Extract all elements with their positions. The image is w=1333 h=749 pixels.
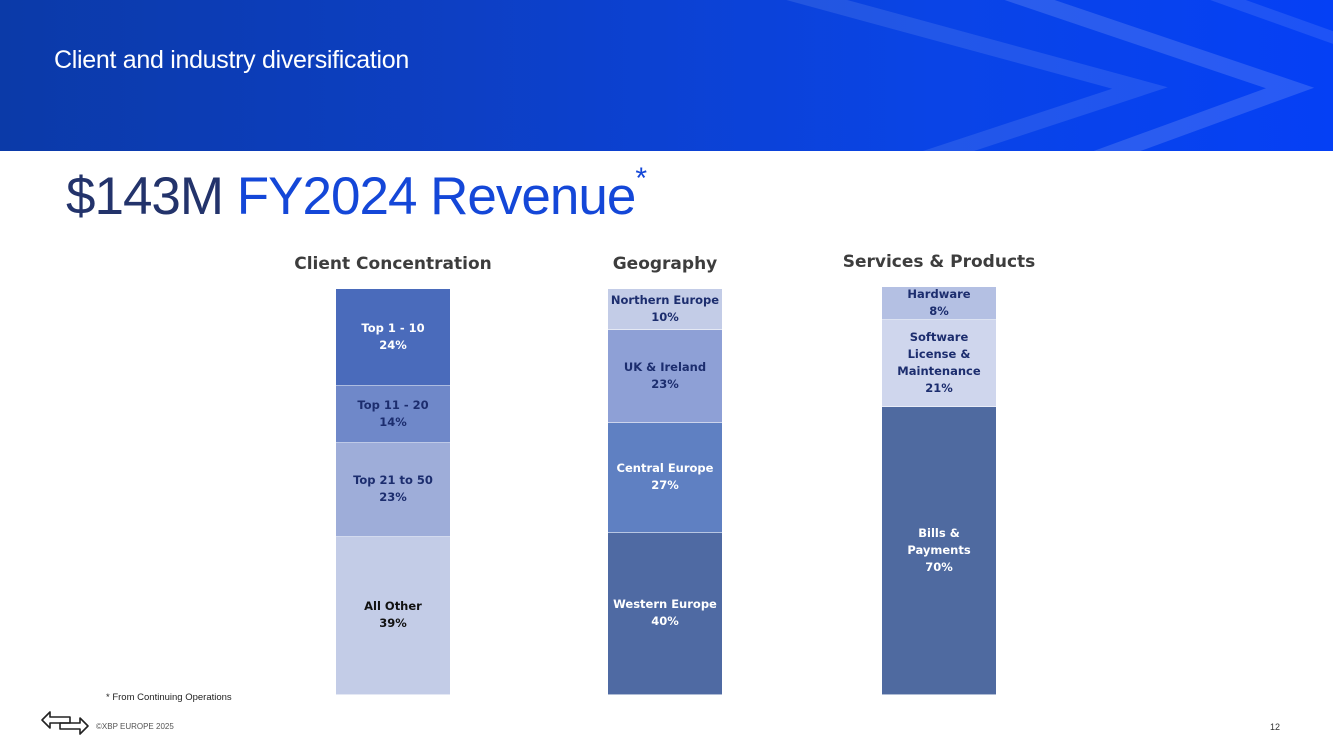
revenue-label: FY2024 Revenue — [236, 167, 637, 226]
segment-value-label: 23% — [379, 490, 407, 505]
bar-segment: Top 11 - 20 14% — [336, 386, 450, 444]
chart-title-geography: Geography — [612, 254, 718, 274]
segment-value-label: 27% — [651, 478, 679, 493]
footnote-marker: * — [635, 162, 647, 195]
bar-segment: Central Europe 27% — [608, 422, 722, 533]
page-title: Client and industry diversification — [54, 46, 409, 74]
segment-value-label: 14% — [379, 415, 407, 430]
segment-label: Western Europe — [613, 597, 717, 612]
segment-value-label: 70% — [925, 559, 953, 574]
segment-label: Top 1 - 10 — [361, 321, 425, 336]
revenue-amount: $143M — [66, 167, 224, 226]
bar-segment: Top 1 - 10 24% — [336, 289, 450, 387]
revenue-headline: $143M FY2024 Revenue* — [66, 162, 647, 227]
xbp-logo-icon — [41, 711, 89, 735]
bar-segment: Software License & Maintenance 21% — [882, 319, 996, 407]
header-banner: Client and industry diversification — [0, 0, 1333, 151]
segment-value-label: 21% — [925, 380, 953, 395]
bar-segment: Hardware 8% — [882, 287, 996, 320]
segment-label: Top 11 - 20 — [357, 398, 429, 413]
bar-segment: Bills & Payments 70% — [882, 406, 996, 695]
segment-label: Bills & Payments — [907, 525, 971, 557]
segment-label: Software License & Maintenance — [897, 329, 981, 378]
bar-segment: Top 21 to 50 23% — [336, 443, 450, 537]
copyright: ©XBP EUROPE 2025 — [96, 722, 174, 731]
segment-value-label: 40% — [651, 614, 679, 629]
bar-segment: UK & Ireland 23% — [608, 329, 722, 423]
segment-value-label: 8% — [929, 303, 949, 318]
stacked-bar-services-products: Hardware 8% Software License & Maintenance… — [882, 287, 996, 695]
segment-value-label: 39% — [379, 616, 407, 631]
segment-label: UK & Ireland — [623, 359, 707, 374]
segment-label: Central Europe — [616, 461, 714, 476]
stacked-bar-client-concentration: Top 1 - 10 24% Top 11 - 20 14% Top 21 to 50 2… — [336, 289, 450, 695]
segment-value-label: 23% — [651, 376, 679, 391]
bar-segment: All Other 39% — [336, 536, 450, 695]
segment-label: Top 21 to 50 — [353, 473, 433, 488]
chart-title-client-concentration: Client Concentration — [294, 254, 492, 274]
segment-label: Hardware — [907, 286, 971, 301]
chart-title-services-products: Services & Products — [842, 252, 1036, 272]
footnote: * From Continuing Operations — [106, 692, 232, 703]
segment-label: All Other — [364, 599, 422, 614]
segment-value-label: 24% — [379, 338, 407, 353]
chevron-decoration-icon — [786, 0, 1333, 151]
bar-segment: Western Europe 40% — [608, 532, 722, 695]
page-number: 12 — [1270, 722, 1281, 732]
segment-value-label: 10% — [651, 309, 679, 324]
stacked-bar-geography: Northern Europe 10% UK & Ireland 23% Central… — [608, 289, 722, 695]
segment-label: Northern Europe — [610, 292, 720, 307]
bar-segment: Northern Europe 10% — [608, 289, 722, 330]
